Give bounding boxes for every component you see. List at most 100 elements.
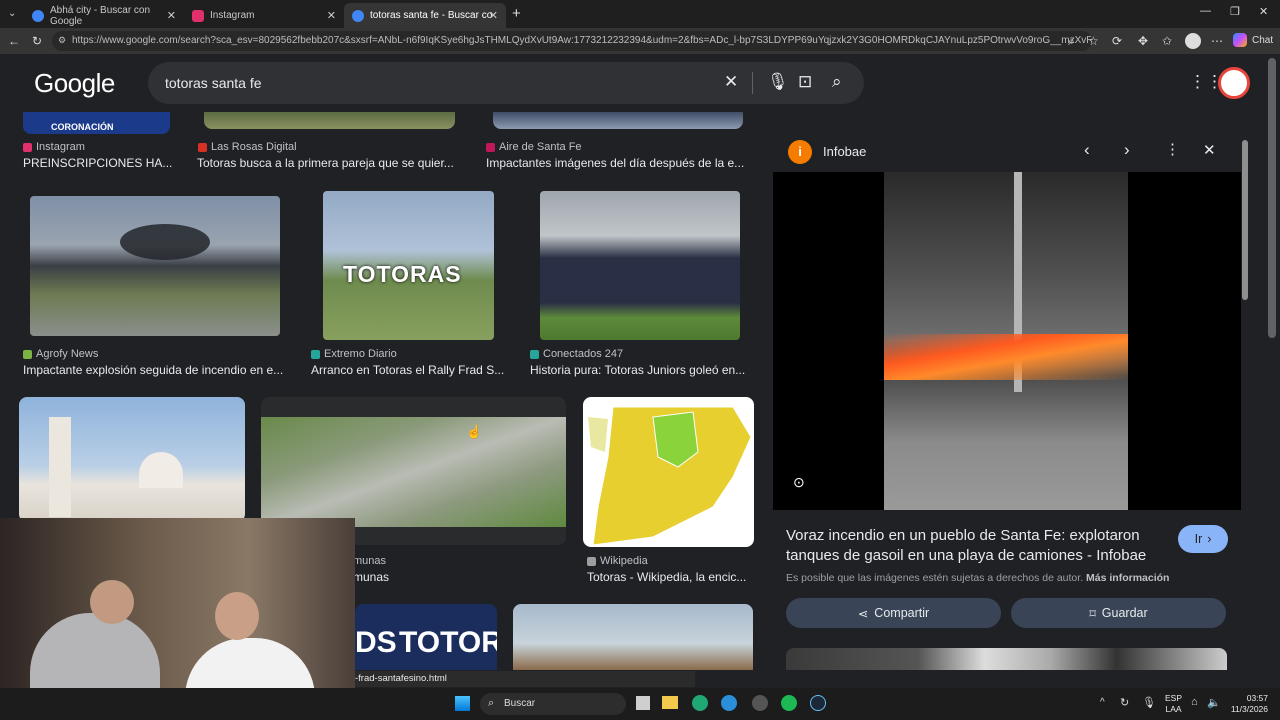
lens-search-icon[interactable]: ⊡ xyxy=(798,72,812,92)
zoom-icon[interactable]: ⌕ xyxy=(1068,34,1075,49)
account-avatar[interactable] xyxy=(1218,67,1250,99)
profile-avatar[interactable] xyxy=(1185,33,1201,49)
bookmark-star-icon[interactable]: ☆ xyxy=(1088,34,1099,48)
result-image-aire[interactable] xyxy=(493,112,743,129)
site-info-icon[interactable]: ⚙ xyxy=(58,35,66,46)
voice-search-icon[interactable]: 🎙 xyxy=(767,72,789,92)
result-image-church[interactable] xyxy=(19,397,245,522)
close-panel-icon[interactable]: ✕ xyxy=(1203,141,1216,159)
close-tab-icon[interactable]: ✕ xyxy=(489,9,498,22)
result-image-agrofy[interactable] xyxy=(30,196,280,336)
conectados-icon xyxy=(530,349,539,359)
map-svg xyxy=(588,406,752,546)
preview-image[interactable] xyxy=(884,172,1128,510)
windows-start-icon[interactable] xyxy=(455,696,470,711)
instagram-icon xyxy=(23,142,32,152)
tab-abha-city[interactable]: Abhá city - Buscar con Google ✕ xyxy=(24,3,184,28)
share-button[interactable]: ⋖ Compartir xyxy=(786,598,1001,628)
aire-icon xyxy=(486,142,495,152)
close-window-icon[interactable]: ✕ xyxy=(1259,5,1268,18)
tab-totoras-santa-fe[interactable]: totoras santa fe - Buscar con Goo ✕ xyxy=(344,3,506,28)
result-image-conectados[interactable] xyxy=(540,191,740,340)
result-image-aerial[interactable] xyxy=(261,417,566,527)
extensions-puzzle-icon[interactable]: ✥ xyxy=(1138,34,1148,48)
page-scrollbar[interactable] xyxy=(1268,58,1276,338)
google-favicon-icon xyxy=(32,9,44,22)
edge-icon[interactable] xyxy=(692,695,708,711)
clock[interactable]: 03:57 11/3/2026 xyxy=(1226,693,1268,715)
close-tab-icon[interactable]: ✕ xyxy=(167,9,176,22)
next-icon[interactable]: › xyxy=(1124,140,1130,160)
previous-icon[interactable]: ‹ xyxy=(1084,140,1090,160)
result-title[interactable]: PREINSCRIPCIONES HA... xyxy=(23,156,172,170)
result-title[interactable]: Impactantes imágenes del día después de … xyxy=(486,156,744,170)
visit-button[interactable]: Ir › xyxy=(1178,525,1228,553)
extension-icon[interactable]: ⟳ xyxy=(1112,34,1122,48)
volume-icon[interactable]: 🔈 xyxy=(1207,696,1221,709)
edge-active-icon[interactable] xyxy=(721,695,737,711)
search-box[interactable]: totoras santa fe ✕ 🎙 ⊡ ⌕ xyxy=(148,62,864,104)
url-field[interactable]: ⚙ https://www.google.com/search?sca_esv=… xyxy=(52,31,1092,51)
taskbar-search[interactable]: ⌕ Buscar xyxy=(480,693,626,715)
close-tab-icon[interactable]: ✕ xyxy=(327,9,336,22)
result-image-wikipedia-map[interactable] xyxy=(583,397,754,547)
result-source[interactable]: munas xyxy=(353,555,386,567)
reload-icon[interactable]: ↻ xyxy=(32,34,42,48)
result-image-banner[interactable]: DS TOTORA xyxy=(355,604,497,670)
result-source[interactable]: Extremo Diario xyxy=(311,348,397,360)
search-input[interactable]: totoras santa fe xyxy=(165,75,262,91)
result-source[interactable]: Wikipedia xyxy=(587,555,648,567)
result-title[interactable]: Totoras busca a la primera pareja que se… xyxy=(197,156,454,170)
share-label: Compartir xyxy=(874,606,930,620)
panel-scrollbar[interactable] xyxy=(1242,140,1248,300)
result-image-instagram[interactable]: CORONACIÓN xyxy=(23,112,170,134)
google-favicon-icon xyxy=(352,9,364,22)
clear-search-icon[interactable]: ✕ xyxy=(724,72,738,92)
result-source[interactable]: Conectados 247 xyxy=(530,348,623,360)
microphone-icon[interactable]: 🎙 xyxy=(1142,696,1156,709)
chat-label[interactable]: Chat xyxy=(1252,35,1273,46)
language-indicator[interactable]: ESP LAA xyxy=(1165,693,1182,715)
more-info-link[interactable]: Más información xyxy=(1086,572,1169,584)
new-tab-icon[interactable]: + xyxy=(512,5,521,22)
related-images-strip[interactable] xyxy=(786,648,1227,670)
back-icon[interactable]: ← xyxy=(8,34,20,48)
search-icon[interactable]: ⌕ xyxy=(832,72,842,92)
result-title[interactable]: munas xyxy=(353,570,389,584)
result-title[interactable]: Totoras - Wikipedia, la encic... xyxy=(587,570,746,584)
browser-tab-bar: ⌄ Abhá city - Buscar con Google ✕ Instag… xyxy=(0,0,1280,28)
result-title[interactable]: Arranco en Totoras el Rally Frad S... xyxy=(311,363,504,377)
result-source[interactable]: Las Rosas Digital xyxy=(198,141,297,153)
result-title[interactable]: Historia pura: Totoras Juniors goleó en.… xyxy=(530,363,745,377)
result-title[interactable]: Impactante explosión seguida de incendio… xyxy=(23,363,283,377)
network-icon[interactable]: ⌂ xyxy=(1191,696,1198,708)
lens-icon[interactable]: ⊙ xyxy=(793,474,805,491)
restore-icon[interactable]: ❐ xyxy=(1230,5,1240,18)
result-source[interactable]: Agrofy News xyxy=(23,348,98,360)
copilot-icon[interactable] xyxy=(1233,33,1247,47)
church-tower-shape xyxy=(49,417,71,517)
save-button[interactable]: ⌑ Guardar xyxy=(1011,598,1226,628)
result-source[interactable]: Aire de Santa Fe xyxy=(486,141,582,153)
tray-app-icon[interactable]: ↻ xyxy=(1120,696,1129,709)
result-image-las-rosas[interactable] xyxy=(204,112,455,129)
app-icon[interactable] xyxy=(752,695,768,711)
favorites-icon[interactable]: ✩ xyxy=(1162,34,1172,48)
tab-instagram[interactable]: Instagram ✕ xyxy=(184,3,344,28)
tab-list-icon[interactable]: ⌄ xyxy=(8,8,16,19)
tray-chevron-icon[interactable]: ^ xyxy=(1100,697,1105,708)
menu-dots-icon[interactable]: ⋯ xyxy=(1211,34,1223,48)
result-source[interactable]: Instagram xyxy=(23,141,85,153)
spotify-icon[interactable] xyxy=(781,695,797,711)
result-image-extremo[interactable]: TOTORAS xyxy=(323,191,494,340)
more-options-icon[interactable]: ⋮ xyxy=(1165,140,1180,158)
panel-source[interactable]: Infobae xyxy=(823,144,866,159)
panel-title[interactable]: Voraz incendio en un pueblo de Santa Fe:… xyxy=(786,526,1166,566)
minimize-icon[interactable]: — xyxy=(1200,5,1211,17)
address-bar-row: ← ↻ ⚙ https://www.google.com/search?sca_… xyxy=(0,28,1280,54)
file-explorer-icon[interactable] xyxy=(662,696,678,709)
steam-icon[interactable] xyxy=(810,695,826,711)
result-image-tree[interactable] xyxy=(513,604,753,670)
google-logo[interactable]: Google xyxy=(34,68,115,99)
task-view-icon[interactable] xyxy=(636,696,650,710)
